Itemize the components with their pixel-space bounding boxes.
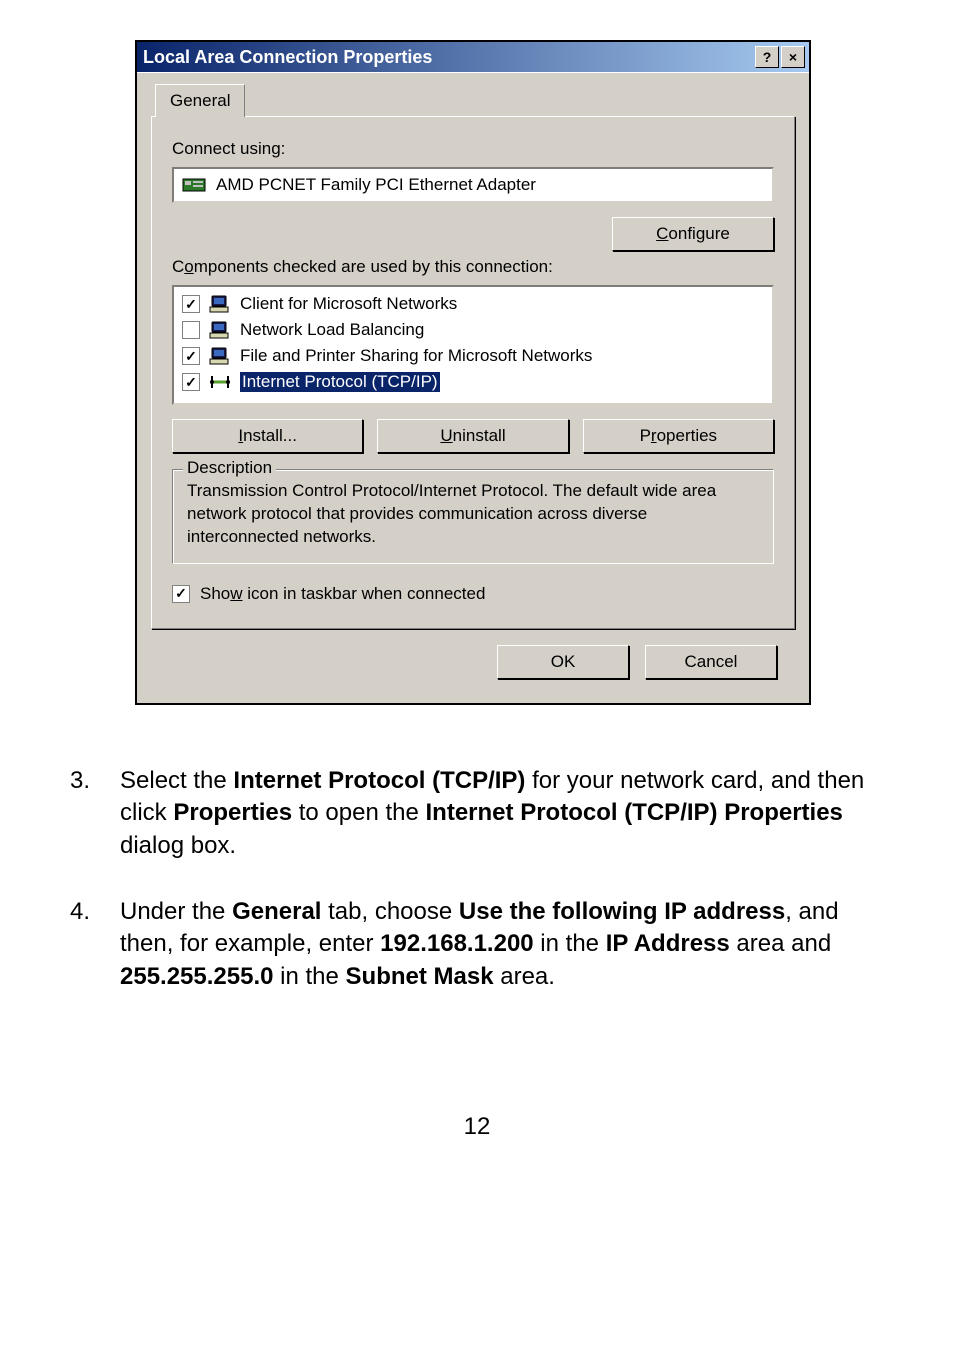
tab-panel-general: Connect using: AMD PCNET Family PCI Ethe… bbox=[151, 116, 795, 629]
description-text: Transmission Control Protocol/Internet P… bbox=[187, 480, 759, 549]
list-item-network-load-balancing[interactable]: Network Load Balancing bbox=[180, 317, 766, 343]
dialog-title: Local Area Connection Properties bbox=[143, 47, 432, 68]
components-label: Components checked are used by this conn… bbox=[172, 257, 774, 277]
cancel-button[interactable]: Cancel bbox=[645, 645, 777, 679]
description-legend: Description bbox=[183, 458, 276, 478]
checkbox-icon[interactable] bbox=[172, 585, 190, 603]
nic-card-icon bbox=[182, 175, 206, 195]
show-icon-checkbox-row[interactable]: Show icon in taskbar when connected bbox=[172, 584, 774, 604]
adapter-name: AMD PCNET Family PCI Ethernet Adapter bbox=[216, 175, 536, 195]
client-icon bbox=[208, 294, 232, 314]
title-bar-buttons: ? × bbox=[755, 46, 805, 68]
list-item-label: Client for Microsoft Networks bbox=[240, 294, 457, 314]
install-button[interactable]: Install... bbox=[172, 419, 363, 453]
properties-dialog: Local Area Connection Properties ? × Gen… bbox=[135, 40, 811, 705]
configure-button[interactable]: Configure bbox=[612, 217, 774, 251]
service-icon bbox=[208, 320, 232, 340]
ok-button[interactable]: OK bbox=[497, 645, 629, 679]
title-bar: Local Area Connection Properties ? × bbox=[137, 42, 809, 72]
list-item-label: File and Printer Sharing for Microsoft N… bbox=[240, 346, 592, 366]
list-item-client-ms-networks[interactable]: Client for Microsoft Networks bbox=[180, 291, 766, 317]
checkbox-icon[interactable] bbox=[182, 321, 200, 339]
adapter-field: AMD PCNET Family PCI Ethernet Adapter bbox=[172, 167, 774, 203]
properties-button[interactable]: Properties bbox=[583, 419, 774, 453]
checkbox-icon[interactable] bbox=[182, 295, 200, 313]
uninstall-button[interactable]: Uninstall bbox=[377, 419, 568, 453]
show-icon-label: Show icon in taskbar when connected bbox=[200, 584, 485, 604]
components-listbox[interactable]: Client for Microsoft Networks Network Lo… bbox=[172, 285, 774, 405]
instruction-text: 3. Select the Internet Protocol (TCP/IP)… bbox=[70, 765, 884, 993]
checkbox-icon[interactable] bbox=[182, 347, 200, 365]
protocol-icon bbox=[208, 372, 232, 392]
close-button[interactable]: × bbox=[781, 46, 805, 68]
instruction-step-4: 4. Under the General tab, choose Use the… bbox=[70, 896, 884, 993]
tab-general[interactable]: General bbox=[155, 84, 245, 117]
list-item-file-printer-sharing[interactable]: File and Printer Sharing for Microsoft N… bbox=[180, 343, 766, 369]
list-item-label: Network Load Balancing bbox=[240, 320, 424, 340]
list-item-tcpip[interactable]: Internet Protocol (TCP/IP) bbox=[180, 369, 766, 395]
checkbox-icon[interactable] bbox=[182, 373, 200, 391]
instruction-step-3: 3. Select the Internet Protocol (TCP/IP)… bbox=[70, 765, 884, 862]
connect-using-label: Connect using: bbox=[172, 139, 774, 159]
page-number: 12 bbox=[0, 1113, 954, 1141]
description-groupbox: Description Transmission Control Protoco… bbox=[172, 469, 774, 564]
service-icon bbox=[208, 346, 232, 366]
list-item-label: Internet Protocol (TCP/IP) bbox=[240, 372, 440, 392]
help-button[interactable]: ? bbox=[755, 46, 779, 68]
